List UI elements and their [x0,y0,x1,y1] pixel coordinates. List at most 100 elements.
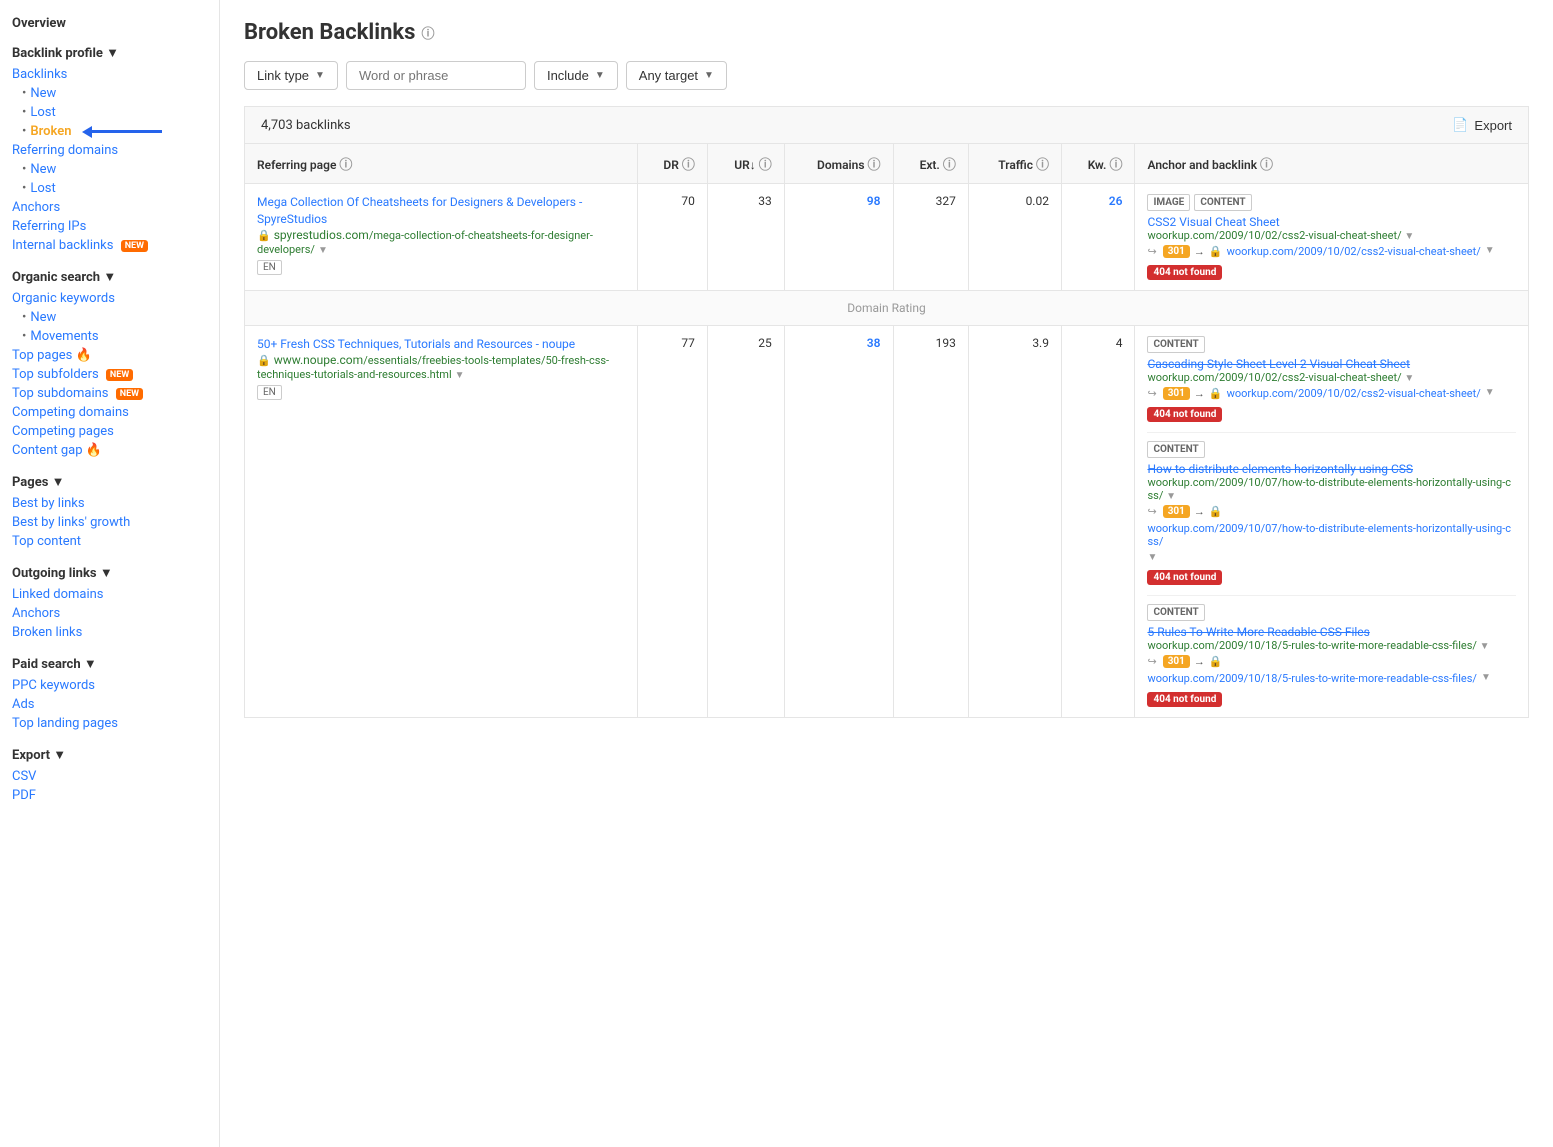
backlink-title-link[interactable]: Cascading Style Sheet Level 2 Visual Che… [1147,357,1410,371]
flame-icon: 🔥 [76,348,92,363]
domains-value[interactable]: 98 [867,194,881,208]
include-filter[interactable]: Include ▼ [534,61,618,90]
sidebar-header-backlink-profile[interactable]: Backlink profile ▼ [12,45,207,61]
col-info-referring-page[interactable]: ⓘ [339,158,352,173]
redirect-arrow-icon: ↪ [1147,655,1156,668]
col-header-traffic[interactable]: Traffic ⓘ [968,144,1061,184]
sidebar-item-content-gap[interactable]: Content gap 🔥 [12,441,207,460]
sidebar-item-csv[interactable]: CSV [12,767,207,786]
any-target-filter[interactable]: Any target ▼ [626,61,727,90]
domain-link[interactable]: www.noupe.com [274,353,364,367]
col-header-domains[interactable]: Domains ⓘ [784,144,893,184]
sidebar-item-linked-domains[interactable]: Linked domains [12,585,207,604]
tag-row: CONTENT [1147,336,1516,353]
sidebar-header-outgoing-links[interactable]: Outgoing links ▼ [12,565,207,581]
sidebar-item-organic-movements[interactable]: • Movements [12,327,207,346]
sidebar-item-organic-keywords[interactable]: Organic keywords [12,289,207,308]
sidebar-item-overview[interactable]: Overview [12,16,207,31]
backlinks-table: Referring page ⓘ DR ⓘ UR↓ ⓘ Domains ⓘ Ex… [244,143,1529,718]
backlink-title-link[interactable]: CSS2 Visual Cheat Sheet [1147,215,1279,229]
url-arrow-icon[interactable]: ▼ [1166,491,1176,502]
backlink-title-link[interactable]: How to distribute elements horizontally … [1147,462,1413,476]
sidebar-item-backlinks-broken[interactable]: • Broken [12,122,207,141]
sidebar-item-backlinks-new[interactable]: • New [12,84,207,103]
sidebar-item-pdf[interactable]: PDF [12,786,207,805]
sidebar-item-anchors[interactable]: Anchors [12,198,207,217]
redirect-lock-icon: 🔒 [1209,387,1223,400]
referring-page-link[interactable]: Mega Collection Of Cheatsheets for Desig… [257,195,582,226]
url-arrow-icon[interactable]: ▼ [1404,373,1414,384]
sidebar-item-top-subdomains[interactable]: Top subdomains NEW [12,384,207,403]
sidebar-item-top-subfolders[interactable]: Top subfolders NEW [12,365,207,384]
sidebar-item-referring-ips[interactable]: Referring IPs [12,217,207,236]
sidebar-item-referring-domains[interactable]: Referring domains [12,141,207,160]
main-content: Broken Backlinks ⓘ Link type ▼ Include ▼… [220,0,1553,1147]
cell-referring-page-1: 50+ Fresh CSS Techniques, Tutorials and … [245,326,638,718]
backlink-entry: CONTENT Cascading Style Sheet Level 2 Vis… [1147,336,1516,422]
backlink-entry: CONTENT5 Rules To Write More Readable CS… [1147,604,1516,707]
sidebar-item-top-content[interactable]: Top content [12,532,207,551]
domain-rating-tooltip: Domain Rating [245,291,1529,326]
redirect-url-link[interactable]: woorkup.com/2009/10/02/css2-visual-cheat… [1227,387,1481,400]
redirect-url-link[interactable]: woorkup.com/2009/10/18/5-rules-to-write-… [1147,672,1476,685]
link-type-chevron: ▼ [315,70,325,81]
cell-referring-page-0: Mega Collection Of Cheatsheets for Desig… [245,184,638,291]
sidebar-item-broken-links[interactable]: Broken links [12,623,207,642]
sidebar: Overview Backlink profile ▼ Backlinks • … [0,0,220,1147]
word-phrase-input[interactable] [346,61,526,90]
redirect-dropdown-icon[interactable]: ▼ [1147,552,1157,563]
col-info-anchor[interactable]: ⓘ [1260,158,1273,173]
sidebar-item-backlinks[interactable]: Backlinks [12,65,207,84]
sidebar-header-organic-search[interactable]: Organic search ▼ [12,269,207,285]
sidebar-item-top-landing-pages[interactable]: Top landing pages [12,714,207,733]
cell-kw-0: 26 [1061,184,1135,291]
cell-anchor-0: IMAGECONTENTCSS2 Visual Cheat Sheetwoork… [1135,184,1529,291]
domain-link[interactable]: spyrestudios.com [274,228,369,242]
col-header-kw[interactable]: Kw. ⓘ [1061,144,1135,184]
sidebar-item-backlinks-lost[interactable]: • Lost [12,103,207,122]
sidebar-item-competing-pages[interactable]: Competing pages [12,422,207,441]
domains-value[interactable]: 38 [867,336,881,350]
sidebar-item-outgoing-anchors[interactable]: Anchors [12,604,207,623]
title-info-icon[interactable]: ⓘ [421,23,434,42]
cell-dr-1: 77 [638,326,707,718]
sidebar-item-organic-new[interactable]: • New [12,308,207,327]
sidebar-item-ads[interactable]: Ads [12,695,207,714]
sidebar-item-ref-domains-lost[interactable]: • Lost [12,179,207,198]
badge-404: 404 not found [1147,570,1222,585]
redirect-row: ↪ 301 → 🔒 woorkup.com/2009/10/02/css2-vi… [1147,245,1516,258]
redirect-url-link[interactable]: woorkup.com/2009/10/07/how-to-distribute… [1147,522,1516,548]
url-arrow-icon[interactable]: ▼ [1480,641,1490,652]
kw-value[interactable]: 26 [1109,194,1123,208]
sidebar-item-internal-backlinks[interactable]: Internal backlinks NEW [12,236,207,255]
col-header-ext[interactable]: Ext. ⓘ [893,144,968,184]
redirect-dropdown-icon[interactable]: ▼ [1485,387,1495,398]
export-button[interactable]: 📄 Export [1452,117,1512,133]
link-type-filter[interactable]: Link type ▼ [244,61,338,90]
sidebar-item-best-by-links[interactable]: Best by links [12,494,207,513]
referring-page-link[interactable]: 50+ Fresh CSS Techniques, Tutorials and … [257,337,575,351]
col-header-referring-page: Referring page ⓘ [245,144,638,184]
sidebar-item-ref-domains-new[interactable]: • New [12,160,207,179]
badge-301: 301 [1163,245,1190,258]
url-dropdown-icon[interactable]: ▼ [318,245,328,256]
col-header-anchor-backlink: Anchor and backlink ⓘ [1135,144,1529,184]
sidebar-item-ppc-keywords[interactable]: PPC keywords [12,676,207,695]
redirect-dropdown-icon[interactable]: ▼ [1485,245,1495,256]
url-dropdown-icon[interactable]: ▼ [455,370,465,381]
col-header-ur[interactable]: UR↓ ⓘ [707,144,784,184]
sidebar-header-export[interactable]: Export ▼ [12,747,207,763]
sidebar-item-top-pages[interactable]: Top pages 🔥 [12,346,207,365]
redirect-url-link[interactable]: woorkup.com/2009/10/02/css2-visual-cheat… [1227,245,1481,258]
url-arrow-icon[interactable]: ▼ [1404,231,1414,242]
sidebar-item-competing-domains[interactable]: Competing domains [12,403,207,422]
sidebar-header-pages[interactable]: Pages ▼ [12,474,207,490]
redirect-row: ↪ 301 → 🔒 woorkup.com/2009/10/18/5-rules… [1147,655,1516,685]
sidebar-header-paid-search[interactable]: Paid search ▼ [12,656,207,672]
sidebar-item-best-by-links-growth[interactable]: Best by links' growth [12,513,207,532]
col-header-dr[interactable]: DR ⓘ [638,144,707,184]
backlink-title-link[interactable]: 5 Rules To Write More Readable CSS Files [1147,625,1369,639]
redirect-arrow-icon: ↪ [1147,387,1156,400]
redirect-dropdown-icon[interactable]: ▼ [1481,672,1491,683]
lock-icon: 🔒 [257,229,271,242]
